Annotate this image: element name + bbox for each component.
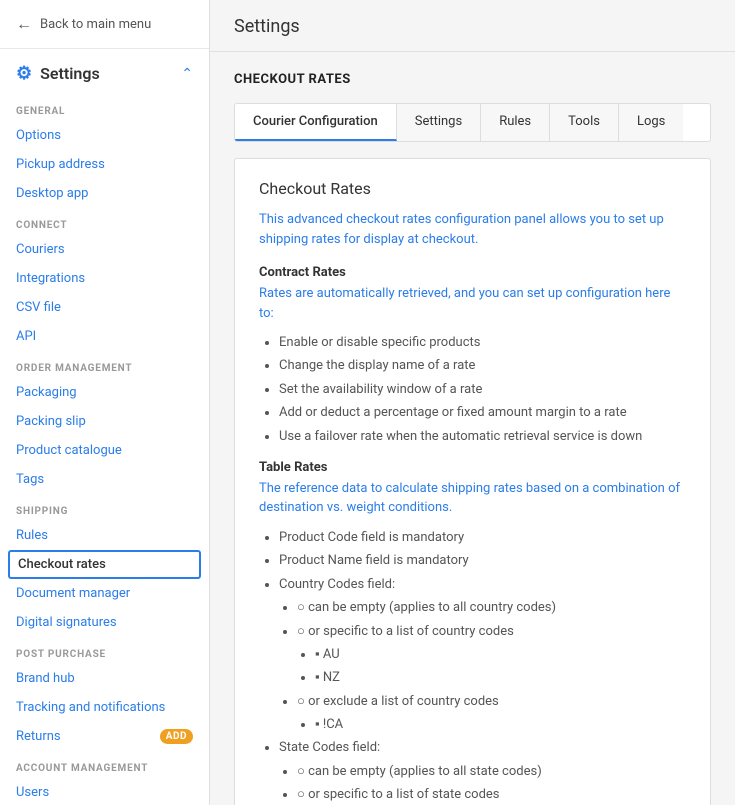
sidebar-item-label-brand-hub: Brand hub [16,671,75,686]
sidebar-item-label-api: API [16,329,36,344]
chevron-up-icon: ⌃ [181,66,193,82]
tabs-bar: Courier ConfigurationSettingsRulesToolsL… [234,103,711,142]
main-header: Settings [210,0,735,52]
sidebar-item-label-options: Options [16,128,61,143]
sidebar-item-label-packing-slip: Packing slip [16,414,86,429]
sidebar-item-product-catalogue[interactable]: Product catalogue [0,436,209,465]
sidebar-item-pickup-address[interactable]: Pickup address [0,150,209,179]
contract-bullet-1: Change the display name of a rate [279,354,686,377]
sidebar-item-desktop-app[interactable]: Desktop app [0,179,209,208]
sidebar-item-label-checkout-rates: Checkout rates [18,557,106,572]
state-sub-2: or specific to a list of state codes [297,783,686,805]
sidebar-section-label-general: GENERAL [0,94,209,121]
country-AU: AU [315,643,686,666]
sidebar-item-packing-slip[interactable]: Packing slip [0,407,209,436]
contract-rates-title: Contract Rates [259,265,686,280]
settings-title: ⚙ Settings [16,63,100,84]
table-bullet-3: Country Codes field: can be empty (appli… [279,573,686,737]
sidebar-section-label-connect: CONNECT [0,208,209,235]
sidebar-section-label-order-management: ORDER MANAGEMENT [0,351,209,378]
sidebar-item-label-tags: Tags [16,472,44,487]
tab-settings[interactable]: Settings [397,104,481,141]
sidebar-section-label-account-management: ACCOUNT MANAGEMENT [0,751,209,778]
sidebar-item-label-product-catalogue: Product catalogue [16,443,122,458]
sidebar-item-couriers[interactable]: Couriers [0,235,209,264]
gear-icon: ⚙ [16,63,32,84]
sidebar-sections: GENERAL Options Pickup address Desktop app C… [0,94,209,805]
country-exclude-list: !CA [315,713,686,736]
contract-bullet-3: Add or deduct a percentage or fixed amou… [279,401,686,424]
sidebar-item-tracking-notifications[interactable]: Tracking and notifications [0,693,209,722]
state-sub-1: can be empty (applies to all state codes… [297,760,686,783]
tab-logs[interactable]: Logs [619,104,683,141]
table-bullet-1: Product Code field is mandatory [279,526,686,549]
country-sub-sub-list: AU NZ [315,643,686,690]
back-label: Back to main menu [40,17,151,32]
tab-tools[interactable]: Tools [550,104,619,141]
state-sub-list: can be empty (applies to all state codes… [297,760,686,805]
sidebar-item-options[interactable]: Options [0,121,209,150]
sidebar-item-api[interactable]: API [0,322,209,351]
sidebar-item-csv-file[interactable]: CSV file [0,293,209,322]
back-arrow-icon: ← [16,14,32,34]
sidebar-item-integrations[interactable]: Integrations [0,264,209,293]
card-title: Checkout Rates [259,179,686,198]
main-body: CHECKOUT RATES Courier ConfigurationSett… [210,52,735,805]
table-bullets: Product Code field is mandatory Product … [279,526,686,805]
sidebar-item-document-manager[interactable]: Document manager [0,579,209,608]
sidebar-item-label-desktop-app: Desktop app [16,186,88,201]
country-sub-1: can be empty (applies to all country cod… [297,596,686,619]
sidebar-item-label-returns: Returns [16,729,61,744]
sidebar-item-brand-hub[interactable]: Brand hub [0,664,209,693]
contract-bullet-2: Set the availability window of a rate [279,378,686,401]
sidebar-section-label-post-purchase: POST PURCHASE [0,637,209,664]
main-content: Settings CHECKOUT RATES Courier Configur… [210,0,735,805]
settings-label: Settings [40,64,100,83]
sidebar-item-label-csv-file: CSV file [16,300,61,315]
sidebar-item-label-users: Users [16,785,49,800]
sidebar-item-rules[interactable]: Rules [0,521,209,550]
section-title: CHECKOUT RATES [234,72,711,87]
sidebar-item-label-packaging: Packaging [16,385,77,400]
contract-bullet-0: Enable or disable specific products [279,331,686,354]
contract-bullet-4: Use a failover rate when the automatic r… [279,425,686,448]
sidebar-item-digital-signatures[interactable]: Digital signatures [0,608,209,637]
main-header-title: Settings [234,16,711,37]
settings-header: ⚙ Settings ⌃ [0,49,209,94]
sidebar-item-checkout-rates[interactable]: Checkout rates [8,550,201,579]
badge-add-returns: ADD [160,729,193,744]
table-rates-title: Table Rates [259,460,686,475]
sidebar-item-label-tracking-notifications: Tracking and notifications [16,700,165,715]
table-bullet-2: Product Name field is mandatory [279,549,686,572]
contract-rates-body: Rates are automatically retrieved, and y… [259,284,686,323]
sidebar-item-users[interactable]: Users [0,778,209,805]
sidebar-item-label-digital-signatures: Digital signatures [16,615,117,630]
contract-bullets: Enable or disable specific productsChang… [279,331,686,448]
back-to-main-menu[interactable]: ← Back to main menu [0,0,209,49]
sidebar-item-label-couriers: Couriers [16,242,65,257]
state-codes-bullet: State Codes field: can be empty (applies… [279,736,686,805]
content-card: Checkout Rates This advanced checkout ra… [234,158,711,805]
country-NZ: NZ [315,666,686,689]
country-sub-2: or specific to a list of country codes A… [297,620,686,690]
country-sub-3: or exclude a list of country codes !CA [297,690,686,737]
sidebar-section-label-shipping: SHIPPING [0,494,209,521]
tab-courier-configuration[interactable]: Courier Configuration [235,104,397,141]
tab-rules[interactable]: Rules [481,104,550,141]
sidebar-item-label-pickup-address: Pickup address [16,157,105,172]
country-sub-list: can be empty (applies to all country cod… [297,596,686,736]
sidebar-item-label-integrations: Integrations [16,271,85,286]
sidebar-item-packaging[interactable]: Packaging [0,378,209,407]
table-rates-body: The reference data to calculate shipping… [259,479,686,518]
sidebar-item-returns[interactable]: Returns ADD [0,722,209,751]
country-CA-excl: !CA [315,713,686,736]
sidebar-item-label-rules: Rules [16,528,48,543]
card-intro: This advanced checkout rates configurati… [259,210,686,249]
sidebar-item-tags[interactable]: Tags [0,465,209,494]
sidebar-item-label-document-manager: Document manager [16,586,130,601]
sidebar: ← Back to main menu ⚙ Settings ⌃ GENERAL… [0,0,210,805]
